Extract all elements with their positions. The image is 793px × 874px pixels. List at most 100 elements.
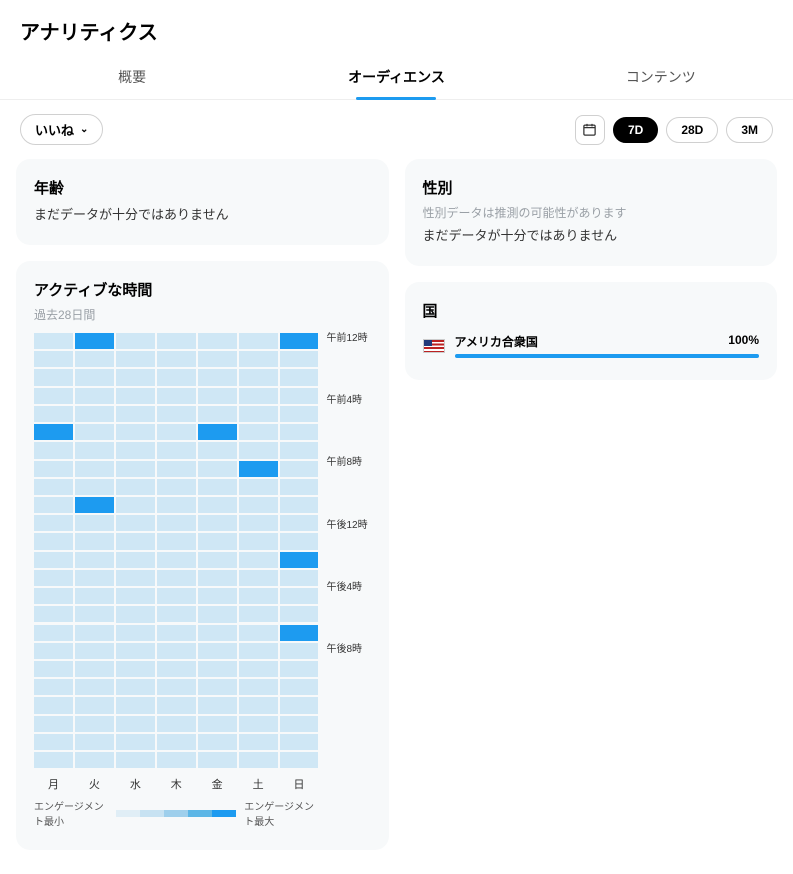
heatmap-cell — [198, 625, 237, 641]
heatmap-cell — [280, 734, 319, 750]
heatmap-cell — [198, 552, 237, 568]
range-3m[interactable]: 3M — [726, 117, 773, 143]
heatmap-cell — [239, 552, 278, 568]
legend-high: エンゲージメント最大 — [244, 798, 318, 828]
heatmap-cell — [239, 697, 278, 713]
calendar-icon — [582, 122, 597, 137]
heatmap-cell — [239, 643, 278, 659]
heatmap-cell — [157, 369, 196, 385]
chevron-down-icon: ⌄ — [80, 124, 88, 135]
range-7d[interactable]: 7D — [613, 117, 658, 143]
heatmap-day-labels: 月火水木金土日 — [34, 776, 319, 792]
heatmap-cell — [157, 734, 196, 750]
country-card: 国 アメリカ合衆国 100% — [405, 282, 778, 380]
heatmap-cell — [280, 752, 319, 768]
heatmap-cell — [75, 479, 114, 495]
heatmap-cell — [34, 442, 73, 458]
heatmap-cell — [75, 570, 114, 586]
page-title: アナリティクス — [20, 16, 773, 45]
gender-note: 性別データは推測の可能性があります — [423, 204, 760, 221]
heatmap-cell — [34, 351, 73, 367]
heatmap-cell — [280, 588, 319, 604]
heatmap-cell — [34, 625, 73, 641]
heatmap-cell — [239, 406, 278, 422]
heatmap-cell — [239, 333, 278, 349]
heatmap-cell — [280, 351, 319, 367]
heatmap-cell — [116, 515, 155, 531]
heatmap-cell — [34, 497, 73, 513]
heatmap-cell — [239, 606, 278, 622]
heatmap-cell — [34, 734, 73, 750]
heatmap-cell — [239, 497, 278, 513]
heatmap-cell — [157, 515, 196, 531]
heatmap-cell — [239, 424, 278, 440]
heatmap-cell — [116, 697, 155, 713]
heatmap-cell — [116, 406, 155, 422]
heatmap-cell — [239, 625, 278, 641]
heatmap-cell — [280, 515, 319, 531]
heatmap-cell — [198, 479, 237, 495]
heatmap-cell — [75, 442, 114, 458]
heatmap-cell — [280, 333, 319, 349]
heatmap-cell — [280, 461, 319, 477]
heatmap-cell — [198, 424, 237, 440]
heatmap-cell — [239, 588, 278, 604]
heatmap-cell — [280, 533, 319, 549]
heatmap-cell — [239, 661, 278, 677]
heatmap-cell — [34, 461, 73, 477]
heatmap-cell — [198, 333, 237, 349]
heatmap-cell — [198, 388, 237, 404]
tab-audience[interactable]: オーディエンス — [264, 53, 528, 99]
heatmap-cell — [280, 552, 319, 568]
tab-content[interactable]: コンテンツ — [529, 53, 793, 99]
heatmap-cell — [157, 570, 196, 586]
heatmap-cell — [75, 716, 114, 732]
country-bar — [455, 354, 760, 358]
range-28d[interactable]: 28D — [666, 117, 718, 143]
heatmap-cell — [116, 351, 155, 367]
heatmap-cell — [198, 588, 237, 604]
heatmap-hour-labels: 午前12時午前4時午前8時午後12時午後4時午後8時 — [325, 333, 371, 768]
country-name: アメリカ合衆国 — [455, 333, 538, 350]
heatmap-cell — [116, 442, 155, 458]
heatmap-cell — [157, 533, 196, 549]
heatmap-cell — [116, 679, 155, 695]
heatmap-cell — [239, 752, 278, 768]
heatmap-cell — [157, 679, 196, 695]
heatmap-cell — [280, 369, 319, 385]
metric-filter[interactable]: いいね ⌄ — [20, 114, 103, 145]
heatmap-cell — [280, 479, 319, 495]
heatmap-cell — [280, 661, 319, 677]
heatmap-cell — [116, 369, 155, 385]
heatmap-cell — [75, 424, 114, 440]
heatmap-cell — [34, 606, 73, 622]
heatmap-cell — [116, 752, 155, 768]
heatmap-cell — [75, 679, 114, 695]
heatmap-cell — [116, 606, 155, 622]
gender-message: まだデータが十分ではありません — [423, 225, 760, 244]
heatmap-cell — [280, 679, 319, 695]
heatmap-cell — [239, 442, 278, 458]
heatmap-cell — [116, 497, 155, 513]
heatmap-cell — [75, 552, 114, 568]
heatmap-cell — [116, 533, 155, 549]
heatmap-cell — [198, 643, 237, 659]
heatmap-cell — [239, 351, 278, 367]
heatmap-cell — [198, 351, 237, 367]
tab-overview[interactable]: 概要 — [0, 53, 264, 99]
heatmap-cell — [116, 643, 155, 659]
heatmap-cell — [157, 697, 196, 713]
heatmap-cell — [157, 388, 196, 404]
heatmap-cell — [239, 716, 278, 732]
heatmap-cell — [280, 497, 319, 513]
heatmap-cell — [198, 442, 237, 458]
heatmap-cell — [75, 588, 114, 604]
heatmap-cell — [34, 661, 73, 677]
heatmap-cell — [239, 369, 278, 385]
heatmap-cell — [34, 570, 73, 586]
heatmap-cell — [239, 479, 278, 495]
heatmap-cell — [75, 752, 114, 768]
heatmap-cell — [198, 734, 237, 750]
heatmap-cell — [116, 388, 155, 404]
calendar-button[interactable] — [575, 115, 605, 145]
